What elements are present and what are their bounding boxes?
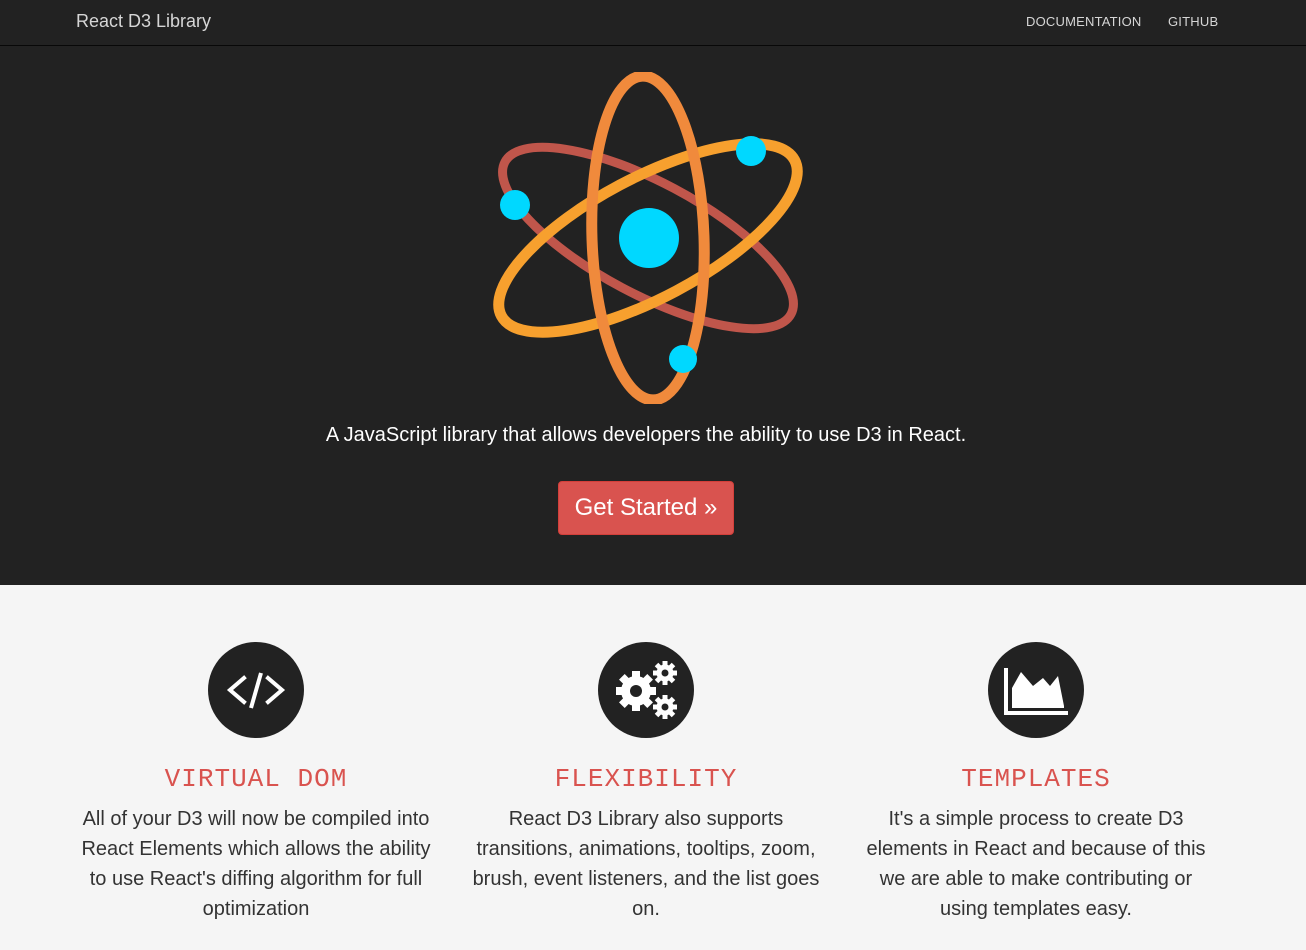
- feature-flexibility: FLEXIBILITY React D3 Library also suppor…: [466, 642, 826, 924]
- gears-icon: [598, 642, 694, 738]
- electron: [500, 190, 530, 220]
- get-started-button[interactable]: Get Started »: [558, 481, 734, 535]
- feature-title: TEMPLATES: [961, 764, 1111, 794]
- electron: [736, 136, 766, 166]
- navbar: React D3 Library DOCUMENTATION GITHUB: [0, 0, 1306, 46]
- feature-description: It's a simple process to create D3 eleme…: [866, 808, 1206, 920]
- area-chart-icon: [988, 642, 1084, 738]
- hero-tagline: A JavaScript library that allows develop…: [325, 424, 967, 446]
- feature-title: VIRTUAL DOM: [164, 764, 348, 794]
- feature-templates: TEMPLATES It's a simple process to creat…: [856, 642, 1216, 924]
- atom-nucleus: [619, 208, 679, 268]
- nav-link-github[interactable]: GITHUB: [1168, 14, 1218, 29]
- feature-description: React D3 Library also supports transitio…: [472, 808, 820, 920]
- hero-section: A JavaScript library that allows develop…: [0, 46, 1306, 585]
- feature-description: All of your D3 will now be compiled into…: [81, 808, 431, 920]
- electron: [669, 345, 697, 373]
- code-icon: [208, 642, 304, 738]
- feature-title: FLEXIBILITY: [554, 764, 738, 794]
- atom-logo-icon: [493, 72, 803, 404]
- brand-link[interactable]: React D3 Library: [76, 11, 211, 32]
- nav-link-documentation[interactable]: DOCUMENTATION: [1026, 14, 1142, 29]
- feature-virtual-dom: VIRTUAL DOM All of your D3 will now be c…: [76, 642, 436, 924]
